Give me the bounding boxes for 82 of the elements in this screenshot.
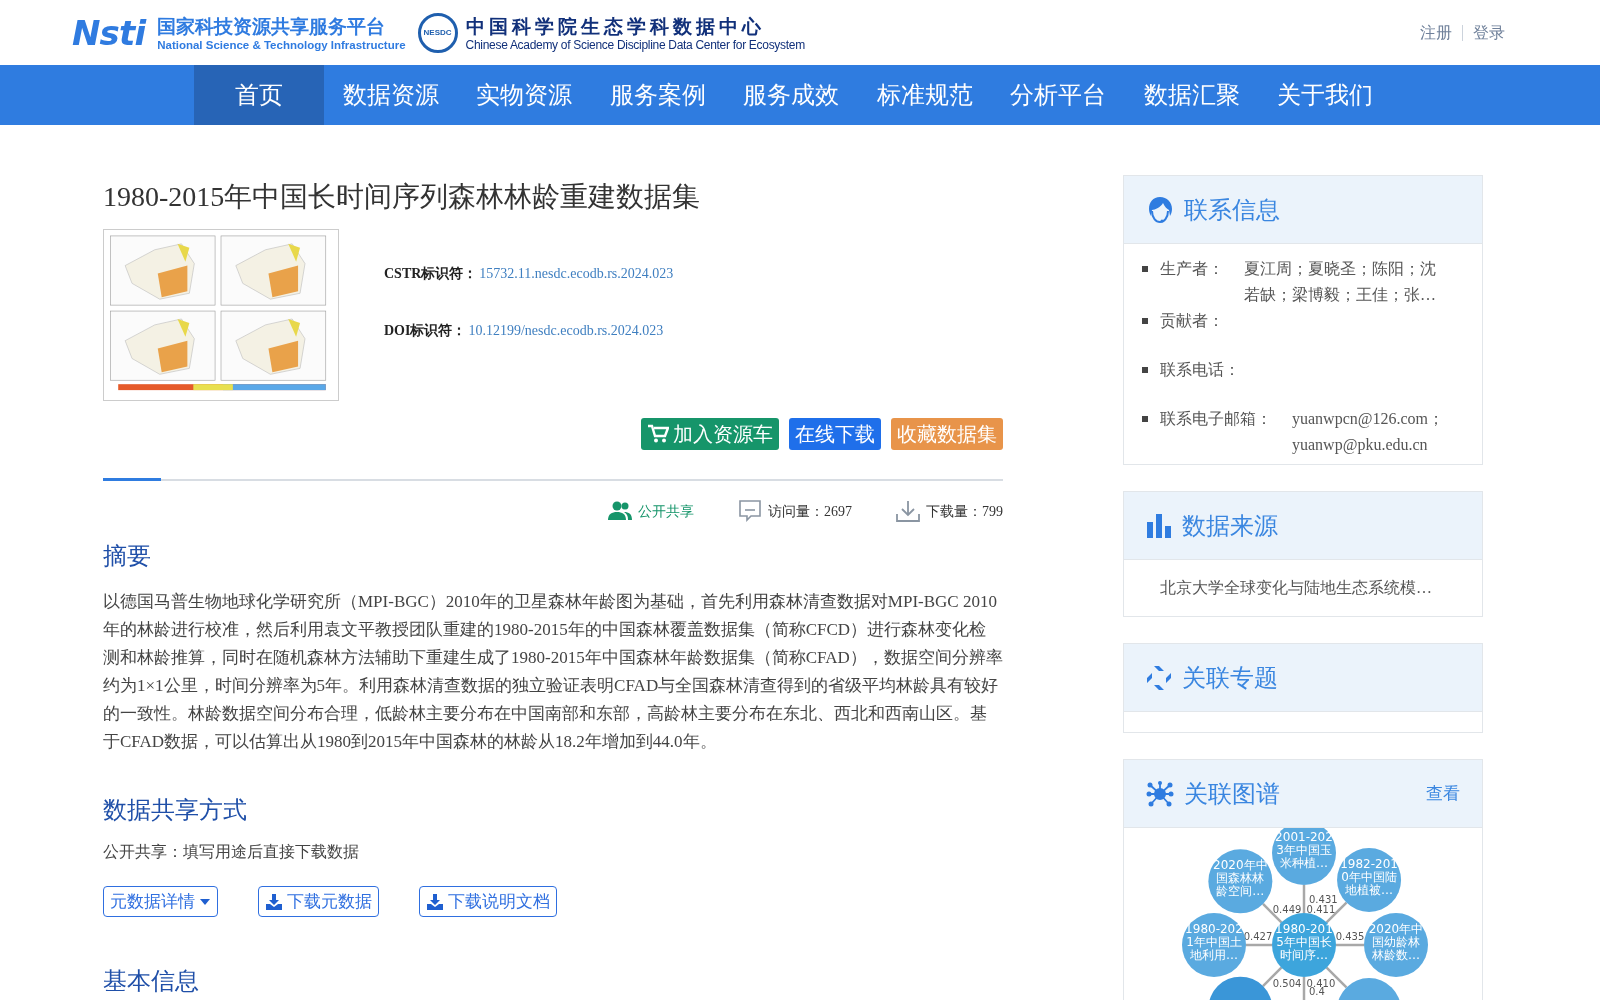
field-label: 生产者：: [1160, 259, 1225, 279]
graph-node[interactable]: 1980-201 5年中国长 时间序…: [1272, 913, 1336, 977]
graph-node[interactable]: 2020年中 国森林林 龄空间…: [1208, 849, 1273, 914]
bullet-icon: [1142, 367, 1148, 373]
register-link[interactable]: 注册: [1420, 20, 1452, 45]
platform-name: 国家科技资源共享服务平台: [157, 13, 387, 38]
center-name: 中国科学院生态学科数据中心: [465, 13, 766, 38]
graph-edge: [1336, 943, 1364, 947]
identifier-label: CSTR标识符：: [384, 265, 478, 283]
nav-tab[interactable]: 服务案例: [591, 65, 725, 125]
edge-weight: 0.435: [1335, 931, 1365, 942]
graph-node[interactable]: 1982-201 0年中国陆 地植被…: [1337, 847, 1402, 912]
bullet-icon: [1142, 266, 1148, 272]
card-title: 数据来源: [1182, 511, 1278, 541]
download-icon: [265, 892, 283, 911]
platform-name-en: National Science & Technology Infrastructure: [157, 37, 406, 52]
card-title: 关联专题: [1182, 663, 1278, 693]
edge-weight: 0.449: [1272, 904, 1302, 916]
graph-edge: [1246, 943, 1272, 947]
field-label: 贡献者：: [1160, 311, 1225, 331]
edge-weight: 0.4: [1309, 986, 1325, 997]
share-status: 公开共享: [638, 502, 694, 521]
download-icon: [426, 892, 444, 911]
login-link[interactable]: 登录: [1473, 20, 1505, 45]
graph-edge: [1302, 977, 1306, 1000]
data-source-text: 北京大学全球变化与陆地生态系统模…: [1159, 578, 1433, 598]
comment-icon: [738, 499, 762, 523]
nav-tab[interactable]: 数据汇聚: [1125, 65, 1259, 125]
bullet-icon: [1142, 318, 1148, 324]
identifier-link[interactable]: 10.12199/nesdc.ecodb.rs.2024.023: [468, 320, 664, 341]
nav-tab[interactable]: 实物资源: [457, 65, 591, 125]
caret-icon: [199, 897, 211, 906]
nav-tab[interactable]: 首页: [194, 65, 324, 125]
edge-weight: 0.427: [1243, 931, 1273, 942]
cart-button[interactable]: 加入资源车: [641, 418, 779, 450]
section-heading: 基本信息: [103, 967, 200, 996]
graph-node[interactable]: [1208, 976, 1273, 1000]
edge-weight: 0.504: [1272, 977, 1302, 989]
bar-chart-icon: [1146, 512, 1172, 539]
dataset-title: 1980-2015年中国长时间序列森林林龄重建数据集: [103, 180, 702, 214]
network-icon: [1146, 780, 1174, 807]
center-logo: NESDC: [417, 12, 458, 53]
bullet-icon: [1142, 416, 1148, 422]
metadata-dropdown[interactable]: 元数据详情: [103, 886, 218, 917]
sharing-text: 公开共享：填写用途后直接下载数据: [103, 842, 360, 862]
section-heading: 摘要: [103, 542, 152, 571]
nav-tab[interactable]: 服务成效: [724, 65, 858, 125]
download-count: 下载量：799: [926, 502, 1003, 521]
edge-weight: 0.411: [1306, 904, 1336, 916]
identifier-label: DOI标识符：: [384, 322, 467, 340]
headset-person-icon: [1146, 194, 1174, 225]
nav-tab[interactable]: 数据资源: [324, 65, 458, 125]
card-title: 联系信息: [1184, 195, 1280, 225]
nav-tab[interactable]: 分析平台: [991, 65, 1125, 125]
card-title: 关联图谱: [1184, 779, 1280, 809]
field-value: yuanwp@pku.edu.cn: [1292, 435, 1429, 456]
download-button[interactable]: 下载元数据: [258, 886, 379, 917]
graph-node[interactable]: 2001-202 3年中国玉 米种植…: [1272, 828, 1336, 885]
center-name-en: Chinese Academy of Science Discipline Data Center for Ecosystem: [465, 37, 805, 52]
field-label: 联系电子邮箱：: [1160, 409, 1273, 429]
diamond-grid-icon: [1146, 664, 1172, 691]
field-label: 联系电话：: [1160, 360, 1241, 380]
cart-icon: [647, 424, 669, 444]
download-icon: [896, 500, 920, 522]
identifier-link[interactable]: 15732.11.nesdc.ecodb.rs.2024.023: [479, 263, 674, 284]
field-value: 夏江周；夏晓圣；陈阳；沈若缺；梁博毅；王佳；张…: [1244, 259, 1437, 305]
edge-weight: 0.431: [1309, 894, 1338, 905]
graph-node[interactable]: [1337, 978, 1402, 1000]
section-heading: 数据共享方式: [103, 796, 248, 825]
platform-logo: Nsti: [72, 15, 146, 50]
nav-tab[interactable]: 关于我们: [1258, 65, 1392, 125]
download-button[interactable]: 在线下载: [789, 418, 881, 450]
favorite-button[interactable]: 收藏数据集: [891, 418, 1003, 450]
nav-tab[interactable]: 标准规范: [858, 65, 992, 125]
view-link[interactable]: 查看: [1426, 780, 1460, 807]
abstract-text: 以德国马普生物地球化学研究所（MPI-BGC）2010年的卫星森林年龄图为基础，首先利用森林清查数据对MPI-BGC 2010年的林龄进行校准，然后利用袁文平教授团队重建的1980-2015年的中国森林覆盖数据集（简称CFCD）进行森林变化检测和林龄推算，同时在随机森林方法辅助下重建生成了1980-2015年中国森林年龄数据集（简称CFAD），数据空间分辨率约为1×1公里，时间分辨率为5年。利用森林清查数据的独立验证表明CFAD与全国森林清查得到的省级平均林龄具有较好的一致性。林龄数据空间分布合理，低龄林主要分布在中国南部和东部，高龄林主要分布在东北、西北和西南山区。基于CFAD数据，可以估算出从1980到2015年中国森林的林龄从18.2年增加到44.0年。: [103, 591, 1003, 753]
field-value: yuanwpcn@126.com；: [1292, 409, 1445, 430]
active-tab-indicator: [103, 478, 161, 481]
visit-count: 访问量：2697: [768, 502, 852, 521]
graph-edge: [1302, 885, 1306, 913]
people-icon: [608, 501, 632, 521]
download-button[interactable]: 下载说明文档: [419, 886, 557, 917]
